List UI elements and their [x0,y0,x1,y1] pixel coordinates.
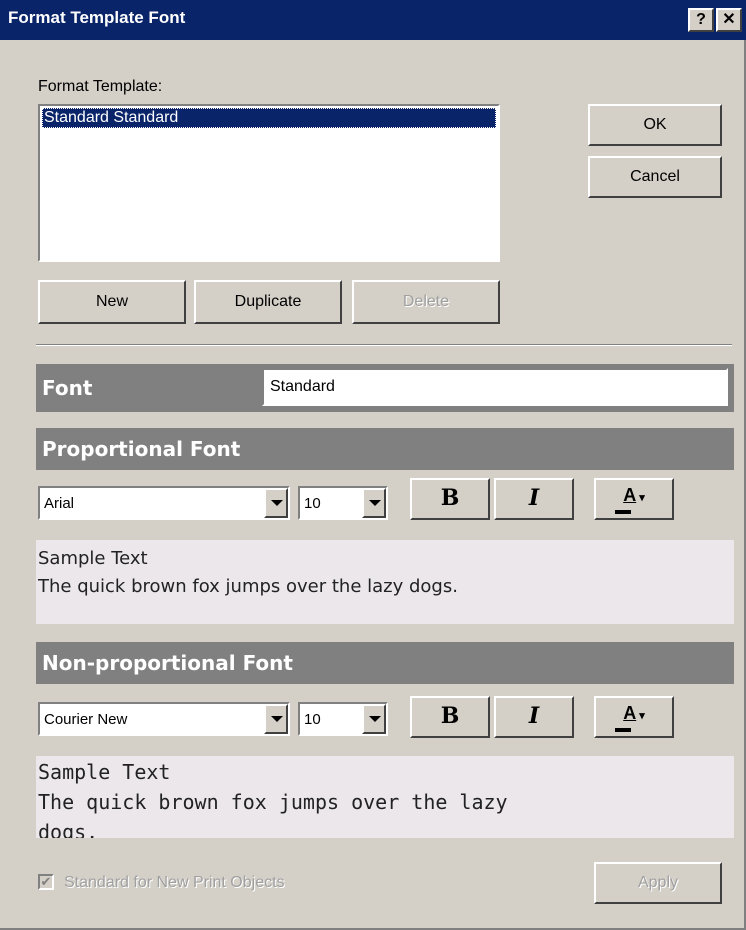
proportional-sample-preview: Sample Text The quick brown fox jumps ov… [36,540,734,624]
chevron-down-icon: ▾ [636,710,645,722]
separator [36,344,732,346]
nonproportional-font-color-button[interactable]: A ▾ [594,696,674,738]
chevron-down-icon[interactable] [362,704,386,734]
delete-button[interactable]: Delete [352,280,500,324]
proportional-font-header: Proportional Font [36,428,734,470]
nonproportional-size-value: 10 [304,711,321,728]
format-template-label: Format Template: [38,78,163,95]
duplicate-button[interactable]: Duplicate [194,280,342,324]
standard-for-new-label: Standard for New Print Objects [64,874,285,891]
font-name-input[interactable]: Standard [262,368,728,406]
font-color-icon: A [623,703,637,723]
nonproportional-sample-line3: dogs. [38,820,99,838]
nonproportional-size-select[interactable]: 10 [298,702,388,736]
ok-button[interactable]: OK [588,104,722,146]
proportional-font-select[interactable]: Arial [38,486,290,520]
nonproportional-sample-line2: The quick brown fox jumps over the lazy [38,790,508,814]
chevron-down-icon[interactable] [264,488,288,518]
nonproportional-italic-button[interactable]: I [494,696,574,738]
proportional-sample-line2: The quick brown fox jumps over the lazy … [38,576,458,597]
chevron-down-icon[interactable] [264,704,288,734]
proportional-font-value: Arial [44,495,75,512]
proportional-sample-line1: Sample Text [38,548,148,569]
title-bar: Format Template Font ? ✕ [0,0,746,40]
proportional-bold-button[interactable]: B [410,478,490,520]
nonproportional-font-value: Courier New [44,711,128,728]
standard-for-new-checkbox[interactable]: ✔ [38,874,54,890]
new-button[interactable]: New [38,280,186,324]
format-template-font-dialog: Format Template Font ? ✕ Format Template… [0,0,746,930]
proportional-size-select[interactable]: 10 [298,486,388,520]
font-label: Font [36,364,258,412]
chevron-down-icon: ▾ [636,492,645,504]
color-swatch [615,510,631,514]
proportional-italic-button[interactable]: I [494,478,574,520]
apply-button[interactable]: Apply [594,862,722,904]
nonproportional-sample-preview: Sample Text The quick brown fox jumps ov… [36,756,734,838]
nonproportional-bold-button[interactable]: B [410,696,490,738]
proportional-size-value: 10 [304,495,321,512]
nonproportional-sample-line1: Sample Text [38,760,171,784]
nonproportional-font-header: Non-proportional Font [36,642,734,684]
dialog-title: Format Template Font [8,8,186,27]
chevron-down-icon[interactable] [362,488,386,518]
cancel-button[interactable]: Cancel [588,156,722,198]
nonproportional-font-select[interactable]: Courier New [38,702,290,736]
color-swatch [615,728,631,732]
help-button[interactable]: ? [688,8,714,32]
proportional-font-color-button[interactable]: A ▾ [594,478,674,520]
format-template-list[interactable]: Standard Standard [38,104,500,262]
close-button[interactable]: ✕ [716,8,742,32]
template-item-standard[interactable]: Standard Standard [42,108,496,128]
font-color-icon: A [623,485,637,505]
